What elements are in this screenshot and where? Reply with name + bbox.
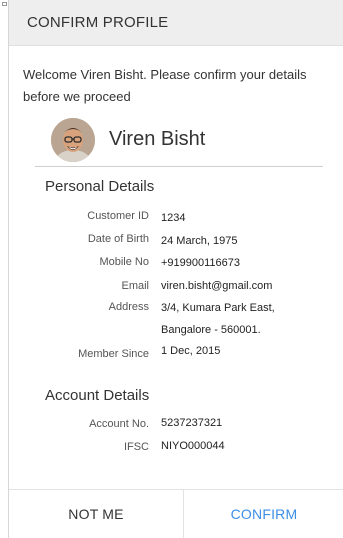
customer-id-value: 1234 [161, 212, 186, 224]
dob-label: Date of Birth [87, 233, 149, 245]
confirm-button[interactable]: CONFIRM [184, 490, 343, 538]
ifsc-value: NIYO000044 [161, 440, 225, 452]
account-details-heading: Account Details [45, 387, 150, 404]
address-line1-value: 3/4, Kumara Park East, [161, 302, 275, 314]
confirm-profile-dialog: CONFIRM PROFILE Welcome Viren Bisht. Ple… [8, 0, 343, 538]
member-since-label: Member Since [78, 348, 149, 360]
mobile-label: Mobile No [99, 256, 149, 268]
address-label: Address [108, 301, 149, 313]
mobile-value: +919900116673 [161, 257, 241, 269]
member-since-value: 1 Dec, 2015 [161, 345, 221, 357]
not-me-button[interactable]: NOT ME [9, 490, 183, 538]
account-no-value: 5237237321 [161, 417, 223, 429]
window-corner-icon [2, 2, 7, 6]
detail-labels: Customer ID Date of Birth Mobile No Emai… [39, 0, 149, 453]
ifsc-label: IFSC [123, 441, 149, 453]
account-no-label: Account No. [89, 418, 149, 430]
email-label: Email [121, 280, 149, 292]
dob-value: 24 March, 1975 [161, 235, 238, 247]
email-value: viren.bisht@gmail.com [161, 280, 273, 292]
customer-id-label: Customer ID [87, 210, 149, 222]
address-line2-value: Bangalore - 560001. [161, 324, 261, 336]
